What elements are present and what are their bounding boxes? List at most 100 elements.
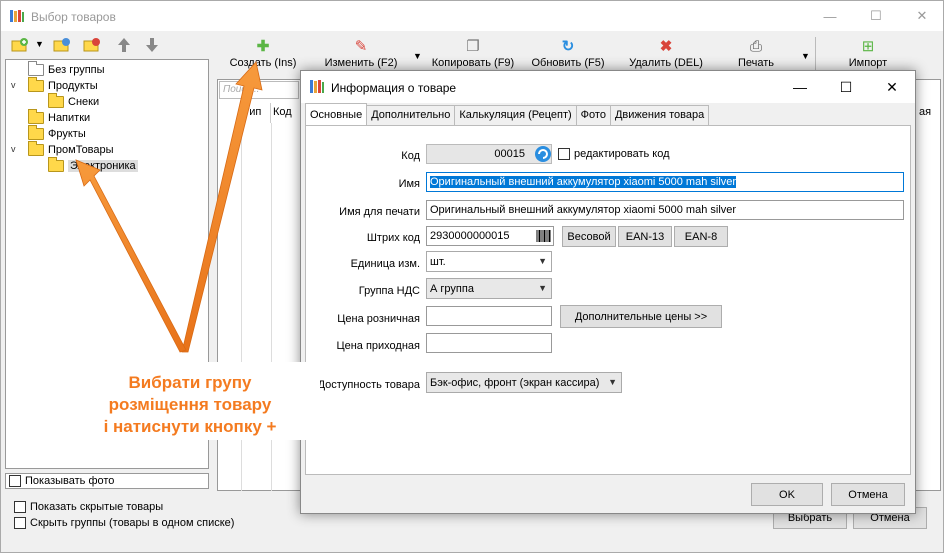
grid-header-code[interactable]: Код (271, 103, 301, 123)
tree-item-label: Напитки (48, 112, 91, 124)
ean8-label: EAN-8 (684, 230, 718, 243)
dialog-tabs: Основные Дополнительно Калькуляция (Реце… (305, 103, 710, 125)
grid-header-type[interactable]: Тип (241, 103, 271, 123)
vat-label: Группа НДС (358, 285, 420, 297)
add-folder-icon[interactable] (11, 37, 29, 53)
availability-select[interactable]: Бэк-офис, фронт (экран кассира) ▼ (426, 372, 622, 393)
edit-code-checkbox[interactable]: редактировать код (558, 148, 670, 160)
availability-label: Доступность товара (317, 379, 420, 391)
weight-label: Весовой (567, 230, 611, 243)
import-label: Импорт (848, 57, 888, 69)
delete-label: Удалить (DEL) (629, 57, 703, 69)
print-name-label: Имя для печати (339, 206, 420, 218)
hide-groups-checkbox[interactable]: Скрыть группы (товары в одном списке) (11, 517, 234, 529)
grid-search-input[interactable]: Поиск... (219, 81, 299, 99)
extra-prices-button[interactable]: Дополнительные цены >> (560, 305, 722, 328)
checkbox-icon[interactable] (558, 148, 570, 160)
name-input[interactable]: Оригинальный внешний аккумулятор xiaomi … (426, 172, 904, 192)
main-tab-panel: Код 00015 редактировать код Имя Оригинал… (305, 125, 911, 475)
show-hidden-checkbox[interactable]: Показать скрытые товары (11, 501, 163, 513)
toolbar-separator (815, 37, 816, 71)
create-button[interactable]: ✚ Создать (Ins) (225, 35, 301, 73)
unit-select[interactable]: шт. ▼ (426, 251, 552, 272)
retail-price-input[interactable] (426, 306, 552, 326)
delete-folder-icon[interactable] (83, 37, 101, 53)
tab-movements[interactable]: Движения товара (609, 105, 710, 125)
folder-icon (28, 109, 44, 124)
barcode-icon[interactable] (536, 228, 552, 244)
tab-photo[interactable]: Фото (575, 105, 611, 125)
ean13-button[interactable]: EAN-13 (618, 226, 672, 247)
delete-button[interactable]: ✖ Удалить (DEL) (623, 35, 709, 73)
refresh-button[interactable]: ↻ Обновить (F5) (527, 35, 609, 73)
grid-header-partial[interactable]: ая (917, 103, 939, 123)
show-photo-checkbox[interactable]: Показывать фото (5, 473, 209, 489)
tree-item-products[interactable]: Продукты (28, 77, 98, 94)
folder-icon (28, 141, 44, 156)
tab-main[interactable]: Основные (305, 103, 368, 125)
expand-arrow-icon[interactable]: v (11, 80, 16, 90)
vat-select[interactable]: А группа ▼ (426, 278, 552, 299)
folder-icon (28, 77, 44, 92)
tree-item-label: Электроника (68, 160, 138, 172)
minimize-button[interactable]: — (807, 1, 853, 31)
tree-item-fruits[interactable]: Фрукты (28, 125, 86, 142)
edit-folder-icon[interactable] (53, 37, 71, 53)
edit-button[interactable]: ✎ Изменить (F2) (321, 35, 401, 73)
refresh-label: Обновить (F5) (531, 57, 605, 69)
checkbox-icon[interactable] (14, 501, 26, 513)
tree-item-label: Фрукты (48, 128, 86, 140)
folder-icon (28, 125, 44, 140)
dialog-close-button[interactable]: ✕ (869, 71, 915, 103)
refresh-icon: ↻ (561, 38, 575, 55)
ean8-button[interactable]: EAN-8 (674, 226, 728, 247)
purchase-price-label: Цена приходная (336, 340, 420, 352)
print-dropdown-icon[interactable]: ▼ (801, 51, 810, 61)
print-name-input[interactable]: Оригинальный внешний аккумулятор xiaomi … (426, 200, 904, 220)
vat-value: А группа (430, 283, 474, 295)
tab-additional[interactable]: Дополнительно (366, 105, 456, 125)
unit-value: шт. (430, 256, 446, 268)
move-down-icon[interactable] (143, 37, 161, 53)
tab-calculation[interactable]: Калькуляция (Рецепт) (454, 105, 577, 125)
window-title: Выбор товаров (31, 10, 116, 24)
folder-icon (48, 93, 64, 108)
barcode-value: 2930000000015 (430, 230, 510, 242)
search-placeholder: Поиск... (223, 84, 260, 95)
pencil-icon: ✎ (354, 38, 368, 55)
ok-button[interactable]: OK (751, 483, 823, 506)
tree-toolbar: ▼ (5, 35, 209, 57)
chevron-down-icon: ▼ (538, 283, 547, 293)
dialog-title: Информация о товаре (331, 81, 457, 95)
copy-button[interactable]: ❐ Копировать (F9) (427, 35, 519, 73)
import-button[interactable]: ⊞ Импорт (833, 35, 903, 73)
dropdown-arrow-icon[interactable]: ▼ (35, 39, 44, 49)
barcode-label: Штрих код (366, 232, 420, 244)
dialog-cancel-label: Отмена (848, 488, 888, 501)
weight-button[interactable]: Весовой (562, 226, 616, 247)
barcode-input[interactable]: 2930000000015 (426, 226, 554, 246)
print-button[interactable]: ⎙ Печать (729, 35, 783, 73)
move-up-icon[interactable] (115, 37, 133, 53)
unit-label: Единица изм. (350, 258, 420, 270)
tree-item-electronics[interactable]: Электроника (48, 157, 138, 174)
maximize-button[interactable]: ☐ (853, 1, 899, 31)
dialog-cancel-button[interactable]: Отмена (831, 483, 905, 506)
close-button[interactable]: ✕ (899, 1, 944, 31)
checkbox-icon[interactable] (9, 475, 21, 487)
product-info-dialog: Информация о товаре — ☐ ✕ Основные Допол… (300, 70, 916, 514)
tree-item-snacks[interactable]: Снеки (48, 93, 99, 110)
expand-arrow-icon[interactable]: v (11, 144, 16, 154)
checkbox-icon[interactable] (14, 517, 26, 529)
dialog-minimize-button[interactable]: — (777, 71, 823, 103)
tree-item-drinks[interactable]: Напитки (28, 109, 91, 126)
tree-item-industrial-goods[interactable]: ПромТовары (28, 141, 114, 158)
annotation-line: розміщення товару (108, 395, 272, 414)
edit-label: Изменить (F2) (324, 57, 398, 69)
window-titlebar: Выбор товаров — ☐ ✕ (1, 1, 943, 31)
dialog-maximize-button[interactable]: ☐ (823, 71, 869, 103)
purchase-price-input[interactable] (426, 333, 552, 353)
generate-code-icon[interactable] (534, 145, 552, 163)
edit-dropdown-icon[interactable]: ▼ (413, 51, 422, 61)
tree-item-no-group[interactable]: Без группы (28, 61, 105, 78)
